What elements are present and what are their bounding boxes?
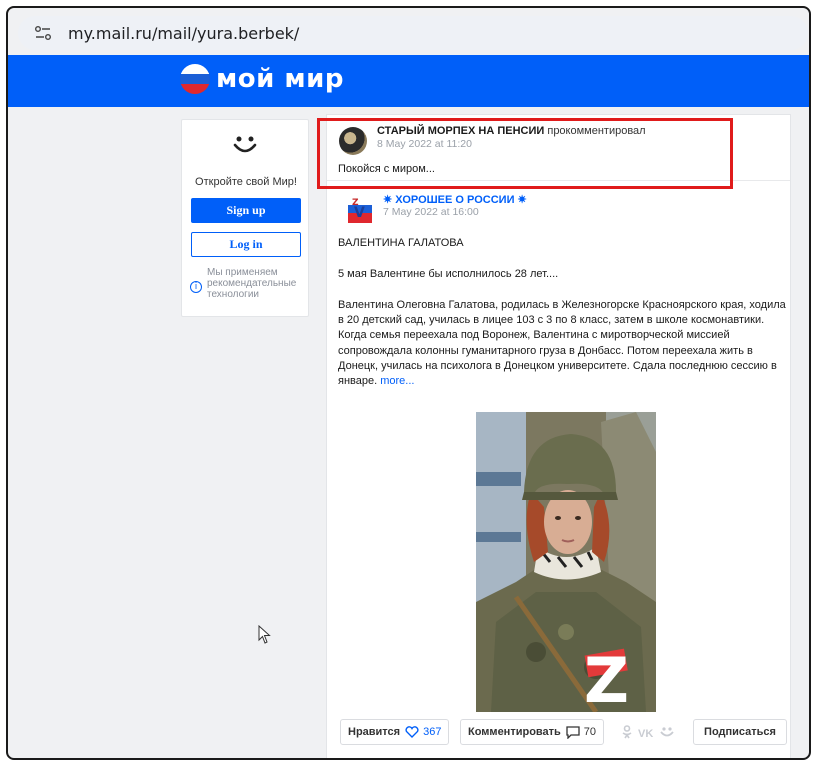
comment-bubble-icon [566,725,580,739]
post-date[interactable]: 7 May 2022 at 16:00 [383,206,479,218]
feed-card: СТАРЫЙ МОРПЕХ НА ПЕНСИИ прокомментировал… [326,114,791,758]
smile-icon [232,132,258,161]
url-text[interactable]: my.mail.ru/mail/yura.berbek/ [68,24,299,43]
signup-panel: Откройте свой Мир! Sign up Log in i Мы п… [181,119,309,317]
site-settings-icon[interactable] [32,22,54,44]
post-actions: Нравится 367 Комментировать 70 VK Подпис… [327,719,790,749]
post-body: Валентина Олеговна Галатова, родилась в … [338,298,788,389]
highlight-annotation [317,118,733,189]
photo-z-mark: Z [584,644,629,712]
like-button[interactable]: Нравится 367 [340,719,450,745]
recommendation-notice[interactable]: i Мы применяем рекомендательные технолог… [190,267,308,300]
odnoklassniki-icon[interactable] [622,725,632,742]
group-avatar[interactable]: V Z [344,195,376,225]
post-photo[interactable]: Z [476,412,656,712]
logo-text: мой мир [216,64,344,94]
more-link[interactable]: more... [380,375,414,387]
post-title: ВАЛЕНТИНА ГАЛАТОВА [338,237,464,249]
subscribe-button[interactable]: Подписаться [693,719,787,745]
address-bar[interactable]: my.mail.ru/mail/yura.berbek/ [18,16,808,50]
login-button[interactable]: Log in [191,232,301,257]
info-icon: i [190,281,202,293]
logo[interactable]: мой мир [180,64,344,94]
info-text: Мы применяем рекомендательные технологии [207,267,297,300]
like-label: Нравится [348,726,401,738]
like-count: 367 [423,726,442,738]
russia-flag-ball-icon [180,64,210,94]
svg-text:Z: Z [352,198,359,208]
comment-button[interactable]: Комментировать 70 [460,719,605,745]
vk-icon[interactable]: VK [638,728,653,740]
group-name[interactable]: ✷ ХОРОШЕЕ О РОССИИ ✷ [383,193,527,206]
comment-label: Комментировать [468,726,561,738]
browser-window: my.mail.ru/mail/yura.berbek/ мой мир Отк… [6,6,811,760]
comment-count: 70 [583,726,597,738]
site-header: мой мир [8,55,809,107]
signup-button[interactable]: Sign up [191,198,301,223]
mouse-cursor-icon [258,624,272,650]
panel-title: Откройте свой Мир! [195,176,297,188]
share-icons: VK [622,725,675,742]
post-lead: 5 мая Валентине бы исполнилось 28 лет...… [338,268,559,280]
post-body-text: Валентина Олеговна Галатова, родилась в … [338,299,786,388]
mymir-icon[interactable] [659,726,675,741]
heart-icon [405,726,419,738]
